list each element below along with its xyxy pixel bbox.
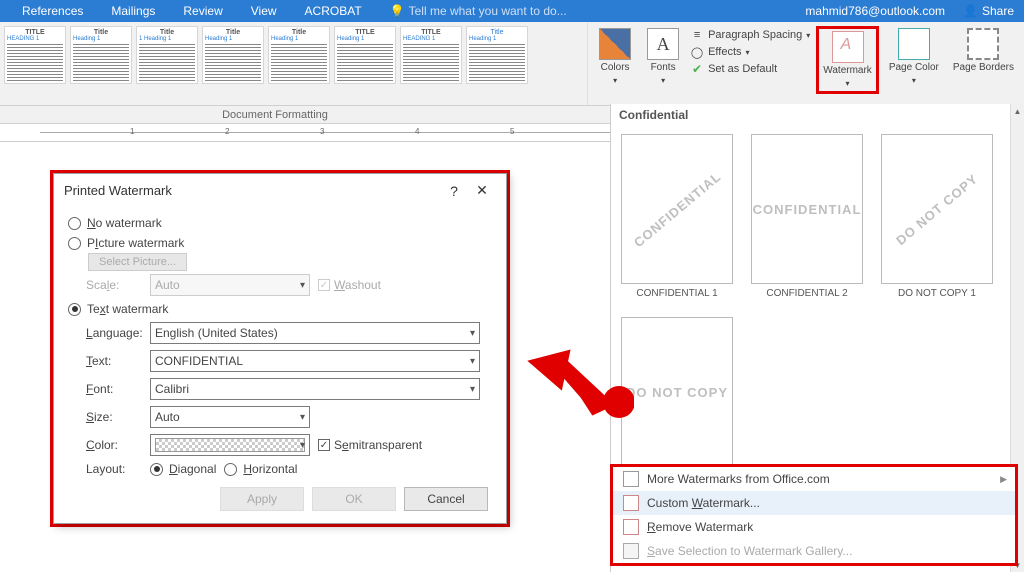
scale-label: Scale:	[68, 278, 142, 292]
style-thumb[interactable]: TitleHeading 1	[268, 26, 330, 84]
watermark-context-menu: More Watermarks from Office.com▶ Custom …	[610, 464, 1018, 566]
style-thumb[interactable]: TitleHeading 1	[202, 26, 264, 84]
printed-watermark-dialog: Printed Watermark ? ✕ No watermark PIctu…	[53, 173, 507, 524]
font-label: Font:	[68, 382, 142, 396]
custom-watermark-icon	[623, 495, 639, 511]
style-thumb[interactable]: TITLEHEADING 1	[400, 26, 462, 84]
language-combo[interactable]: English (United States)	[150, 322, 480, 344]
dialog-title: Printed Watermark	[64, 183, 440, 198]
page-color-button[interactable]: Page Color▾	[885, 26, 943, 88]
ribbon-right-group: Colors▾ AFonts▾ ≡Paragraph Spacing▾ ◯Eff…	[587, 22, 1024, 105]
size-label: Size:	[68, 410, 142, 424]
style-thumb[interactable]: TitleHeading 1	[70, 26, 132, 84]
color-swatch	[155, 438, 305, 452]
tab-acrobat[interactable]: ACROBAT	[291, 4, 376, 18]
scale-combo: Auto	[150, 274, 310, 296]
ok-button: OK	[312, 487, 396, 511]
printed-watermark-dialog-highlight: Printed Watermark ? ✕ No watermark PIctu…	[50, 170, 510, 527]
tab-view[interactable]: View	[237, 4, 291, 18]
effects-button[interactable]: ◯Effects▾	[690, 45, 810, 59]
set-default-button[interactable]: ✔Set as Default	[690, 62, 810, 76]
watermark-preset[interactable]: CONFIDENTIAL CONFIDENTIAL 1	[621, 134, 733, 299]
font-combo[interactable]: Calibri	[150, 378, 480, 400]
watermark-preset[interactable]: DO NOT COPY DO NOT COPY 2	[621, 317, 733, 482]
colors-button[interactable]: Colors▾	[594, 26, 636, 88]
style-gallery[interactable]: TITLEHEADING 1 TitleHeading 1 Title1 Hea…	[0, 22, 532, 105]
color-label: Color:	[68, 438, 142, 452]
color-combo[interactable]	[150, 434, 310, 456]
gallery-section-header: Confidential	[611, 104, 1024, 126]
tab-references[interactable]: References	[8, 4, 97, 18]
help-button[interactable]: ?	[440, 183, 468, 199]
watermark-preset[interactable]: CONFIDENTIAL CONFIDENTIAL 2	[751, 134, 863, 299]
effects-icon: ◯	[690, 45, 704, 59]
page-color-icon	[898, 28, 930, 60]
language-label: Language:	[68, 326, 142, 340]
remove-watermark-icon	[623, 519, 639, 535]
scroll-up-icon[interactable]: ▲	[1011, 104, 1024, 118]
semitransparent-checkbox[interactable]: ✓Semitransparent	[318, 438, 422, 452]
ribbon-tabs: References Mailings Review View ACROBAT …	[0, 0, 1024, 22]
radio-text-watermark[interactable]: Text watermark	[68, 299, 492, 319]
style-thumb[interactable]: Title1 Heading 1	[136, 26, 198, 84]
select-picture-button: Select Picture...	[88, 253, 187, 271]
tell-me[interactable]: 💡Tell me what you want to do...	[376, 4, 581, 18]
group-label-formatting: Document Formatting	[0, 109, 550, 121]
text-combo[interactable]: CONFIDENTIAL	[150, 350, 480, 372]
style-thumb[interactable]: TITLEHeading 1	[334, 26, 396, 84]
lightbulb-icon: 💡	[390, 4, 405, 18]
account-email[interactable]: mahmid786@outlook.com	[805, 4, 953, 18]
radio-diagonal[interactable]: Diagonal	[150, 462, 216, 476]
colors-icon	[599, 28, 631, 60]
fonts-icon: A	[647, 28, 679, 60]
menu-custom-watermark[interactable]: Custom Watermark...	[613, 491, 1015, 515]
share-button[interactable]: 👤Share	[953, 4, 1024, 18]
page-borders-button[interactable]: Page Borders	[949, 26, 1018, 75]
office-icon	[623, 471, 639, 487]
submenu-arrow-icon: ▶	[1000, 474, 1007, 485]
page-borders-icon	[967, 28, 999, 60]
close-button[interactable]: ✕	[468, 182, 496, 199]
menu-more-watermarks[interactable]: More Watermarks from Office.com▶	[613, 467, 1015, 491]
watermark-preset[interactable]: DO NOT COPY DO NOT COPY 1	[881, 134, 993, 299]
text-label: Text:	[68, 354, 142, 368]
share-icon: 👤	[963, 4, 978, 18]
style-thumb[interactable]: TitleHeading 1	[466, 26, 528, 84]
washout-checkbox: ✓Washout	[318, 278, 381, 292]
tab-mailings[interactable]: Mailings	[97, 4, 169, 18]
check-icon: ✔	[690, 62, 704, 76]
menu-remove-watermark[interactable]: Remove Watermark	[613, 515, 1015, 539]
fonts-button[interactable]: AFonts▾	[642, 26, 684, 88]
paragraph-spacing-button[interactable]: ≡Paragraph Spacing▾	[690, 28, 810, 42]
radio-no-watermark[interactable]: No watermark	[68, 213, 492, 233]
save-gallery-icon	[623, 543, 639, 559]
watermark-button[interactable]: Watermark▾	[816, 26, 879, 94]
tab-review[interactable]: Review	[169, 4, 236, 18]
radio-picture-watermark[interactable]: PIcture watermark	[68, 233, 492, 253]
menu-save-selection: Save Selection to Watermark Gallery...	[613, 539, 1015, 563]
layout-label: Layout:	[68, 462, 142, 476]
radio-horizontal[interactable]: Horizontal	[224, 462, 297, 476]
ribbon-body: TITLEHEADING 1 TitleHeading 1 Title1 Hea…	[0, 22, 1024, 106]
cancel-button[interactable]: Cancel	[404, 487, 488, 511]
size-combo[interactable]: Auto	[150, 406, 310, 428]
watermark-icon	[832, 31, 864, 63]
style-thumb[interactable]: TITLEHEADING 1	[4, 26, 66, 84]
paragraph-spacing-icon: ≡	[690, 28, 704, 42]
apply-button: Apply	[220, 487, 304, 511]
